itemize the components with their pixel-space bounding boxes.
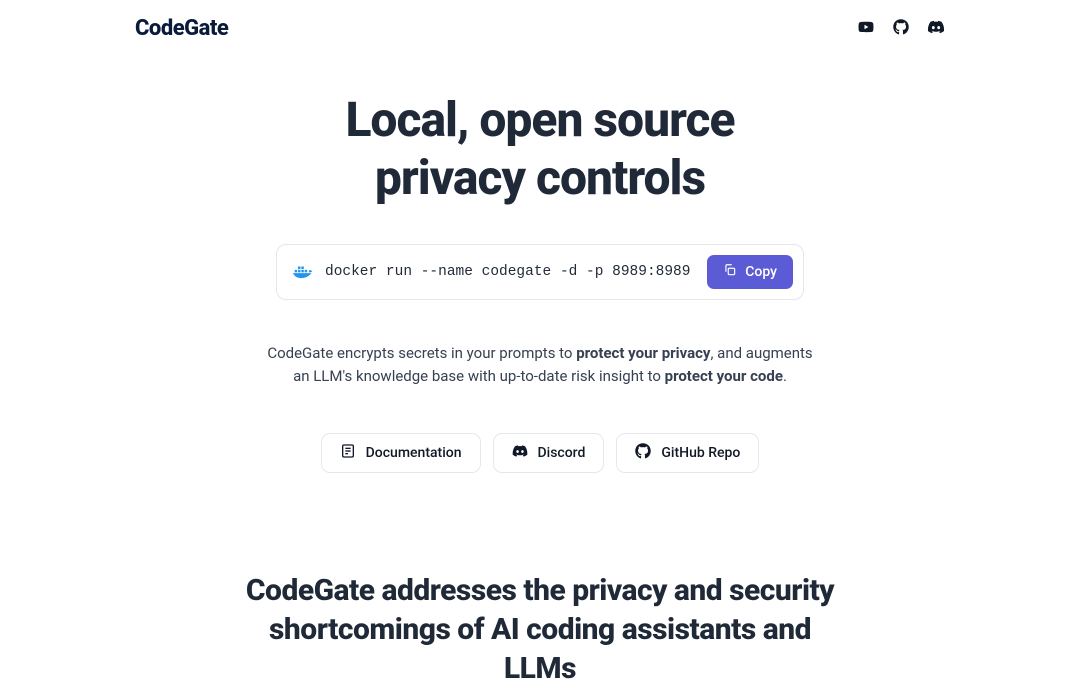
hero-title: Local, open source privacy controls — [345, 91, 734, 206]
title-line2: privacy controls — [375, 149, 705, 206]
main: Local, open source privacy controls dock… — [0, 57, 1080, 688]
book-icon — [340, 443, 356, 463]
section-title: CodeGate addresses the privacy and secur… — [230, 571, 850, 688]
docker-icon — [293, 264, 313, 280]
github-button[interactable]: GitHub Repo — [616, 433, 759, 473]
description: CodeGate encrypts secrets in your prompt… — [260, 342, 820, 387]
section-line1: CodeGate addresses the privacy and secur… — [246, 573, 834, 608]
header: CodeGate — [0, 0, 1080, 57]
github-icon[interactable] — [893, 19, 909, 39]
github-label: GitHub Repo — [661, 445, 740, 461]
discord-icon — [512, 443, 528, 463]
link-buttons: Documentation Discord GitHub Repo — [321, 433, 760, 473]
command-text: docker run --name codegate -d -p 8989:89… — [325, 264, 695, 280]
documentation-label: Documentation — [366, 445, 462, 461]
title-line1: Local, open source — [345, 91, 734, 148]
copy-label: Copy — [745, 264, 777, 280]
discord-button[interactable]: Discord — [493, 433, 605, 473]
documentation-button[interactable]: Documentation — [321, 433, 481, 473]
section-line2: shortcomings of AI coding assistants and… — [269, 612, 811, 686]
logo[interactable]: CodeGate — [135, 16, 228, 41]
command-box: docker run --name codegate -d -p 8989:89… — [276, 244, 804, 300]
copy-icon — [723, 263, 737, 281]
github-icon — [635, 443, 651, 463]
discord-icon[interactable] — [927, 19, 945, 38]
discord-label: Discord — [538, 445, 586, 461]
header-icons — [857, 19, 945, 39]
youtube-icon[interactable] — [857, 19, 875, 38]
copy-button[interactable]: Copy — [707, 255, 793, 289]
